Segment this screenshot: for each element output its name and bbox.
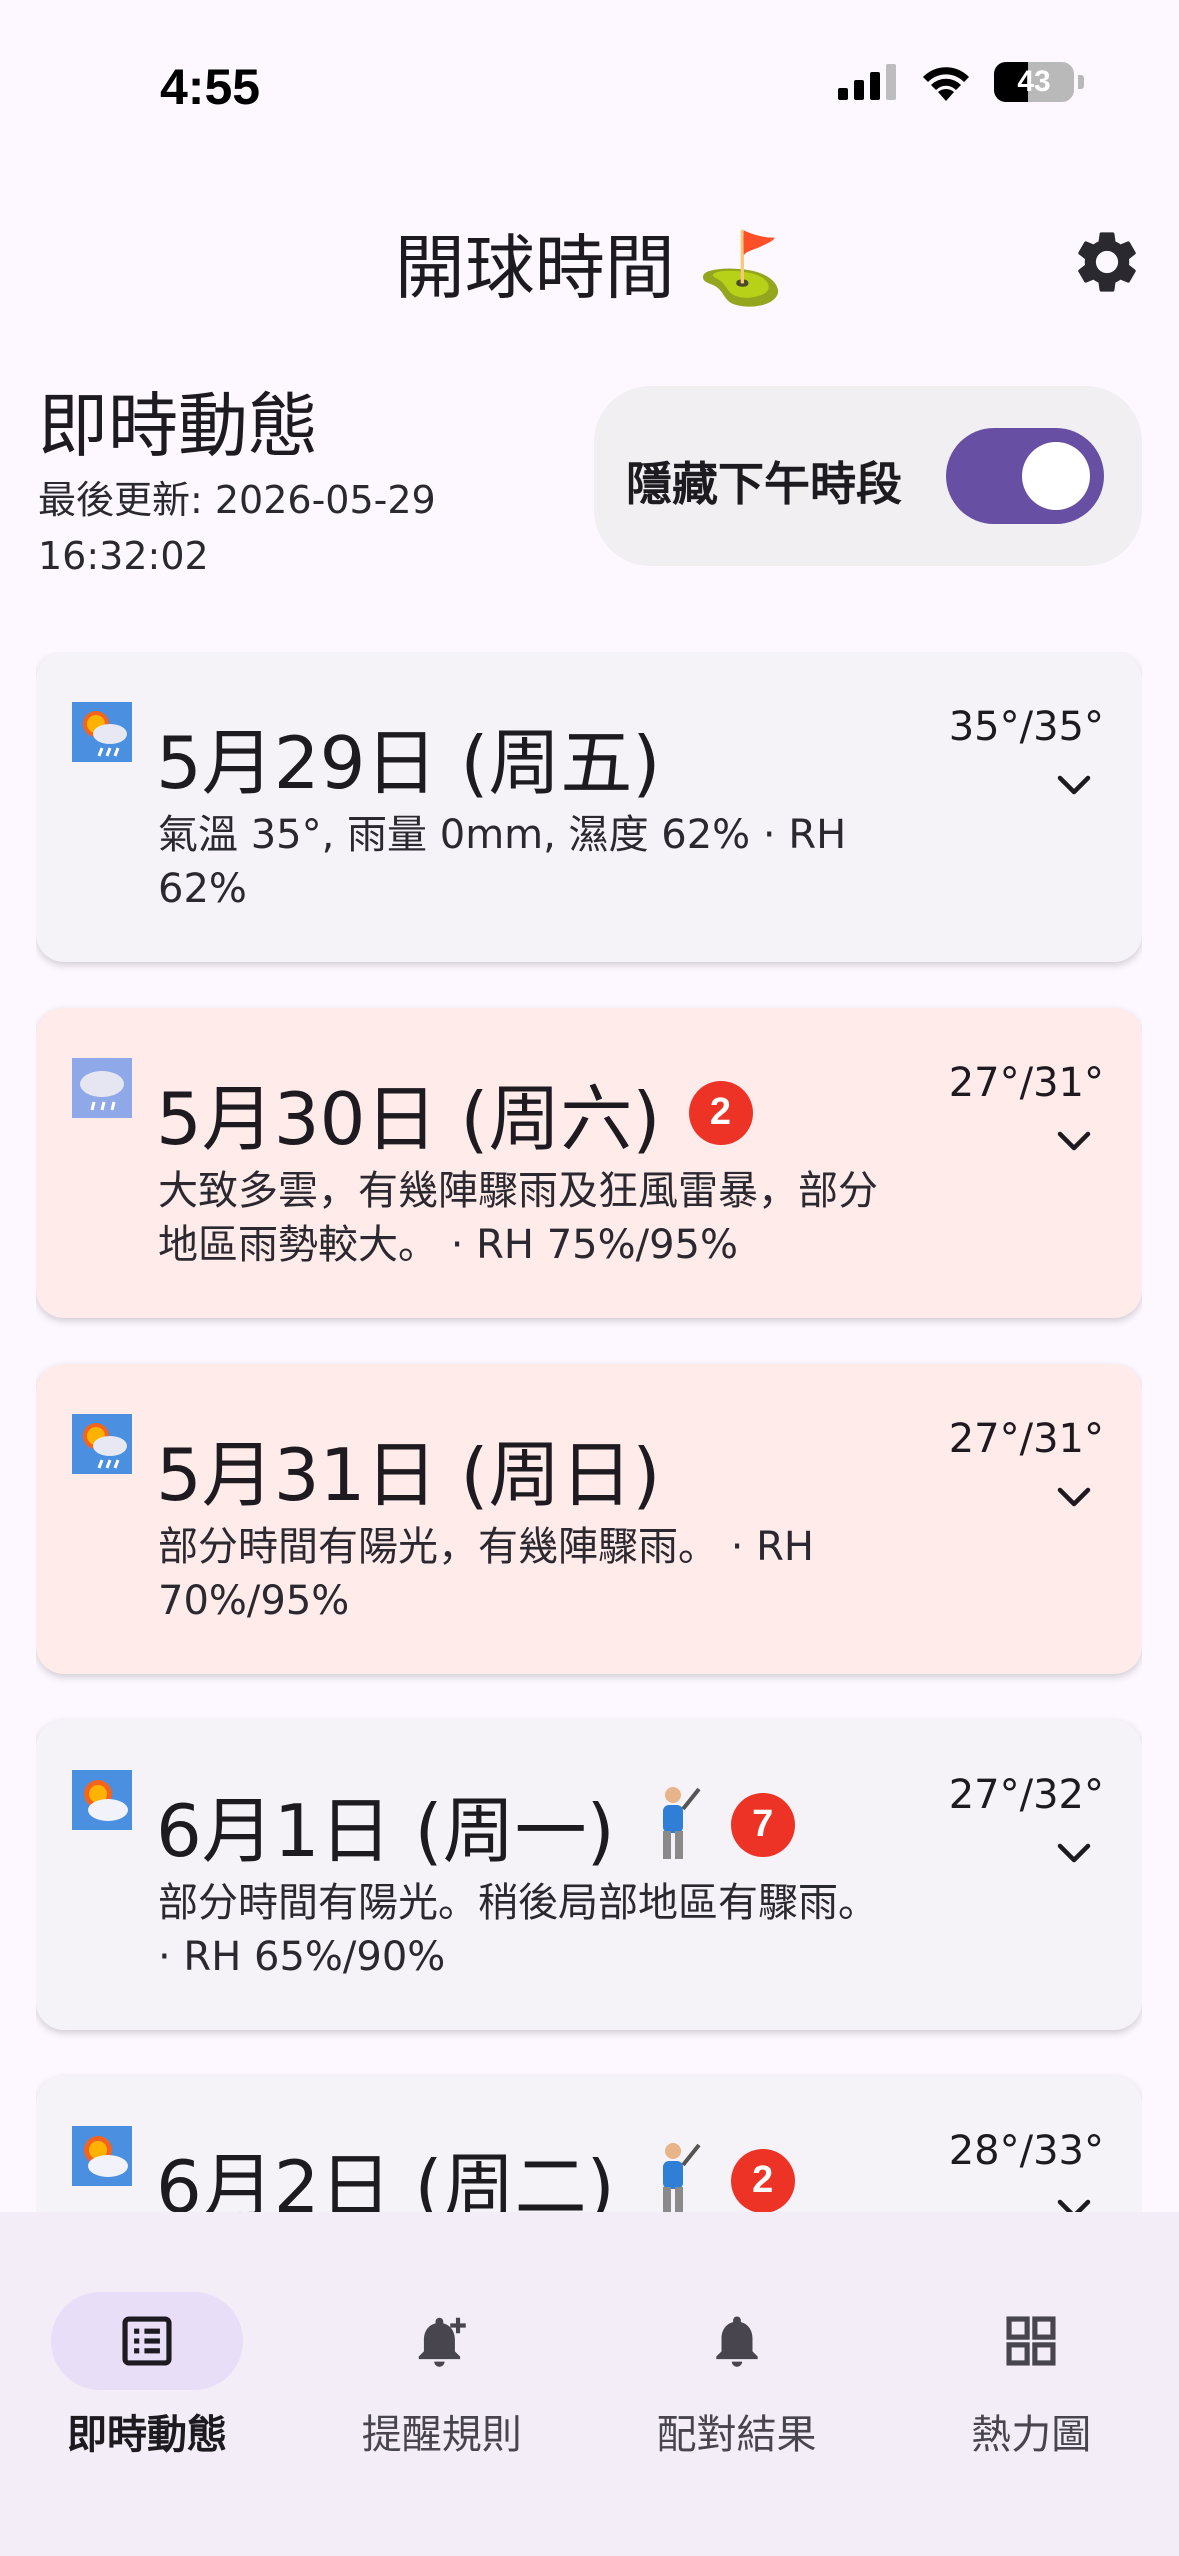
nav-heatmap[interactable]: 熱力圖 — [884, 2252, 1178, 2458]
signal-icon — [838, 64, 896, 100]
list-icon — [116, 2310, 178, 2372]
sun-cloud-icon — [72, 2126, 132, 2186]
hide-afternoon-label: 隱藏下午時段 — [626, 457, 902, 511]
chevron-down-icon[interactable] — [1054, 1840, 1094, 1868]
chevron-down-icon[interactable] — [1054, 1128, 1094, 1156]
temperature-range: 27°/31° — [948, 1060, 1104, 1106]
day-title-row: 6月1日 (周一) 7 — [156, 1772, 795, 1877]
day-date: 5月29日 (周五) — [156, 721, 661, 805]
status-icons: 43 — [838, 62, 1084, 102]
sun-rain-icon — [72, 702, 132, 762]
day-card[interactable]: 6月2日 (周二) 2 28°/33° — [36, 2076, 1142, 2212]
day-description: 部分時間有陽光，有幾陣驟雨。 · RH 70%/95% — [158, 1524, 815, 1624]
match-count-badge: 2 — [688, 1080, 753, 1145]
rain-cloud-icon — [72, 1058, 132, 1118]
day-date: 5月30日 (周六) — [156, 1077, 661, 1161]
golfer-icon — [643, 1785, 703, 1865]
day-date: 6月1日 (周一) — [156, 1789, 615, 1873]
day-card[interactable]: 5月29日 (周五) 氣溫 35°, 雨量 0mm, 濕度 62% · RH 62… — [36, 652, 1142, 962]
nav-live-status[interactable]: 即時動態 — [0, 2252, 294, 2458]
day-title-row: 6月2日 (周二) 2 — [156, 2128, 795, 2212]
chevron-down-icon[interactable] — [1054, 772, 1094, 800]
status-bar: 4:55 43 — [0, 0, 1179, 170]
settings-gear-icon[interactable] — [1070, 225, 1144, 299]
day-title-row: 5月29日 (周五) — [156, 704, 661, 809]
nav-match-results[interactable]: 配對結果 — [590, 2252, 884, 2458]
day-date: 6月2日 (周二) — [156, 2145, 615, 2212]
status-time: 4:55 — [160, 59, 261, 115]
grid-icon — [1000, 2310, 1062, 2372]
day-card[interactable]: 6月1日 (周一) 7 部分時間有陽光。稍後局部地區有驟雨。 · RH 65%/90… — [36, 1720, 1142, 2030]
nav-reminder-rules[interactable]: 提醒規則 — [295, 2252, 589, 2458]
bell-add-icon — [411, 2310, 473, 2372]
chevron-down-icon[interactable] — [1054, 2196, 1094, 2212]
sun-rain-icon — [72, 1414, 132, 1474]
temperature-range: 35°/35° — [948, 704, 1104, 750]
temperature-range: 27°/32° — [948, 1772, 1104, 1818]
day-list: 5月29日 (周五) 氣溫 35°, 雨量 0mm, 濕度 62% · RH 62… — [36, 652, 1142, 2212]
day-title-row: 5月31日 (周日) — [156, 1416, 661, 1521]
day-card[interactable]: 5月31日 (周日) 部分時間有陽光，有幾陣驟雨。 · RH 70%/95% 27°… — [36, 1364, 1142, 1674]
match-count-badge: 2 — [730, 2148, 795, 2212]
hide-afternoon-toggle-card: 隱藏下午時段 — [594, 386, 1142, 566]
battery-level: 43 — [1017, 65, 1051, 98]
match-count-badge: 7 — [730, 1792, 795, 1857]
day-title-row: 5月30日 (周六) 2 — [156, 1060, 753, 1165]
app-title: 開球時間 ⛳ — [394, 227, 785, 309]
sun-cloud-icon — [72, 1770, 132, 1830]
day-description: 氣溫 35°, 雨量 0mm, 濕度 62% · RH 62% — [158, 812, 847, 912]
nav-label: 配對結果 — [656, 2412, 817, 2458]
nav-label: 即時動態 — [67, 2412, 227, 2458]
chevron-down-icon[interactable] — [1054, 1484, 1094, 1512]
bell-icon — [706, 2310, 768, 2372]
day-description: 部分時間有陽光。稍後局部地區有驟雨。 · RH 65%/90% — [158, 1880, 878, 1980]
bottom-navigation: 即時動態 提醒規則 配對結果 熱力圖 — [0, 2212, 1179, 2556]
section-title: 即時動態 — [38, 385, 318, 467]
wifi-icon — [923, 67, 969, 101]
switch-thumb — [1022, 442, 1090, 510]
battery-indicator: 43 — [994, 62, 1074, 102]
last-update-text: 最後更新: 2026-05-29 16:32:02 — [38, 478, 436, 578]
temperature-range: 28°/33° — [948, 2128, 1104, 2174]
day-date: 5月31日 (周日) — [156, 1433, 661, 1517]
golfer-icon — [643, 2141, 703, 2212]
day-description: 大致多雲，有幾陣驟雨及狂風雷暴，部分地區雨勢較大。 · RH 75%/95% — [158, 1168, 878, 1268]
day-card[interactable]: 5月30日 (周六) 2 大致多雲，有幾陣驟雨及狂風雷暴，部分地區雨勢較大。 · R… — [36, 1008, 1142, 1318]
hide-afternoon-switch[interactable] — [946, 428, 1104, 524]
nav-label: 提醒規則 — [361, 2412, 522, 2458]
temperature-range: 27°/31° — [948, 1416, 1104, 1462]
nav-label: 熱力圖 — [971, 2412, 1092, 2458]
